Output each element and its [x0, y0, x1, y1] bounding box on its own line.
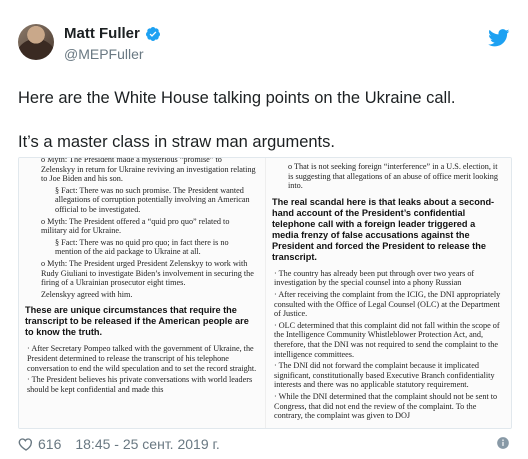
attached-image[interactable]: o Myth: The President made a mysterious …: [18, 157, 512, 429]
author-name-row[interactable]: Matt Fuller: [64, 25, 161, 42]
document-paragraph: Zelenskyy agreed with him.: [41, 289, 133, 299]
document-paragraph: o That is not seeking foreign “interfere…: [288, 162, 498, 191]
document-paragraph: o Myth: The President made a mysterious …: [41, 158, 256, 184]
document-paragraph: · After Secretary Pompeo talked with the…: [27, 344, 257, 373]
document-right-column: o That is not seeking foreign “interfere…: [266, 158, 511, 428]
document-paragraph: · After receiving the complaint from the…: [274, 289, 501, 319]
document-paragraph: · The President believes his private con…: [27, 375, 253, 394]
document-paragraph: § Fact: There was no quid pro quo; in fa…: [55, 237, 229, 257]
like-count[interactable]: 616: [38, 436, 61, 452]
verified-badge-icon: [145, 26, 160, 41]
author-name[interactable]: Matt Fuller: [64, 25, 140, 42]
timestamp[interactable]: 18:45 - 25 сент. 2019 г.: [75, 436, 219, 452]
document-paragraph: o Myth: The President offered a “quid pr…: [41, 216, 230, 236]
embedded-tweet: Matt Fuller @MEPFuller Here are the Whit…: [0, 0, 528, 459]
tweet-text: Here are the White House talking points …: [18, 89, 456, 151]
document-paragraph: These are unique circumstances that requ…: [25, 305, 249, 338]
avatar[interactable]: [18, 24, 54, 60]
twitter-bird-icon[interactable]: [488, 29, 510, 47]
document-left-column: o Myth: The President made a mysterious …: [19, 158, 266, 428]
document-paragraph: o Myth: The President urged President Ze…: [41, 258, 254, 288]
document-paragraph: · While the DNI determined that the comp…: [274, 391, 498, 421]
document-paragraph: · The country has already been put throu…: [274, 268, 475, 288]
document-paragraph: · The DNI did not forward the complaint …: [274, 361, 495, 390]
document-paragraph: § Fact: There was no such promise. The P…: [55, 185, 250, 214]
info-icon[interactable]: [496, 436, 510, 450]
document-paragraph: · OLC determined that this complaint did…: [274, 320, 500, 359]
author-handle[interactable]: @MEPFuller: [64, 46, 144, 62]
tweet-footer: 616 18:45 - 25 сент. 2019 г.: [18, 435, 510, 453]
document-paragraph: The real scandal here is that leaks abou…: [272, 196, 495, 262]
heart-icon[interactable]: [18, 436, 34, 452]
